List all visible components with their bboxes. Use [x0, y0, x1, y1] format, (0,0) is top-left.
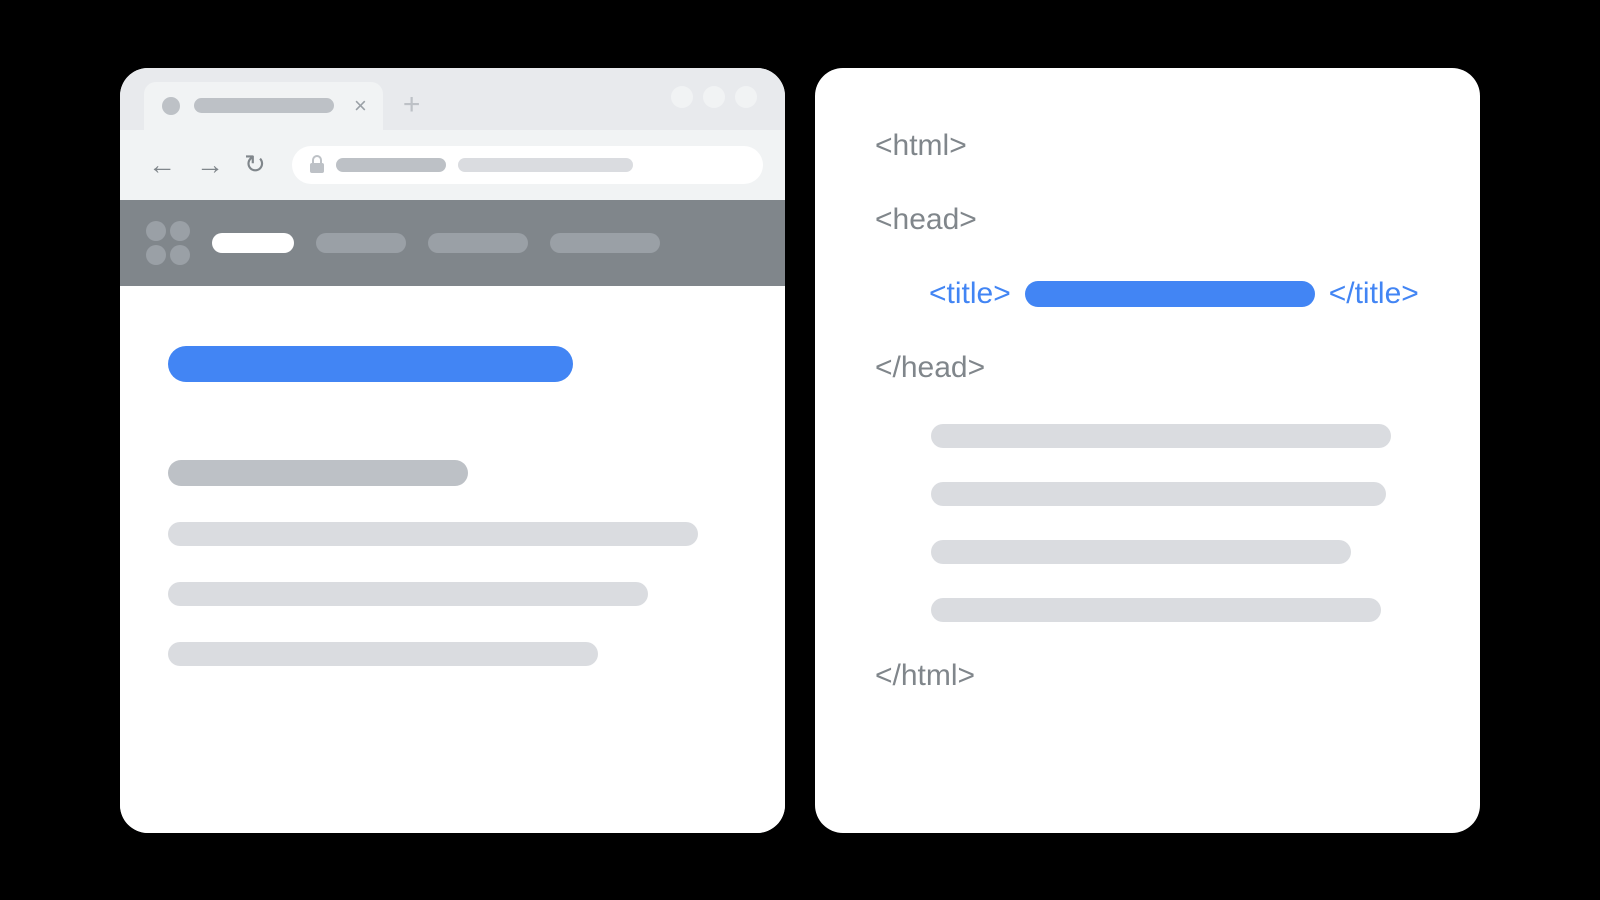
tag-head-close: </head> [875, 350, 985, 386]
page-content [120, 286, 785, 833]
tag-head-open: <head> [875, 202, 977, 238]
window-control-dot[interactable] [703, 86, 725, 108]
lock-icon [310, 157, 324, 173]
content-line [931, 482, 1386, 506]
tag-html-close: </html> [875, 658, 975, 694]
window-controls [671, 86, 757, 108]
window-control-dot[interactable] [735, 86, 757, 108]
address-bar[interactable] [292, 146, 763, 184]
close-tab-icon[interactable]: × [354, 95, 367, 117]
browser-window: × + ← → ↻ [120, 68, 785, 833]
code-panel: <html> <head> <title> </title> </head> <… [815, 68, 1480, 833]
content-line [168, 522, 698, 546]
browser-toolbar: ← → ↻ [120, 130, 785, 200]
tab-title-placeholder [194, 98, 334, 113]
url-segment [458, 158, 633, 172]
code-line: <html> [875, 128, 1420, 164]
url-segment [336, 158, 446, 172]
nav-item[interactable] [428, 233, 528, 253]
content-line [931, 540, 1351, 564]
new-tab-icon[interactable]: + [403, 90, 421, 130]
code-line: <head> [875, 202, 1420, 238]
window-control-dot[interactable] [671, 86, 693, 108]
tag-html-open: <html> [875, 128, 967, 164]
tag-title-open: <title> [929, 276, 1011, 312]
nav-item-active[interactable] [212, 233, 294, 253]
content-line [931, 424, 1391, 448]
forward-icon[interactable]: → [190, 147, 230, 183]
body-placeholder-lines [931, 424, 1420, 622]
content-line [168, 642, 598, 666]
code-line: </html> [875, 658, 1420, 694]
page-title-placeholder [168, 346, 573, 382]
tag-title-close: </title> [1329, 276, 1419, 312]
page-subtitle-placeholder [168, 460, 468, 486]
site-logo-icon [146, 221, 190, 265]
favicon-icon [162, 97, 180, 115]
nav-item[interactable] [316, 233, 406, 253]
tab-strip: × + [120, 68, 785, 130]
site-header [120, 200, 785, 286]
code-line: </head> [875, 350, 1420, 386]
reload-icon[interactable]: ↻ [238, 149, 272, 180]
content-line [168, 582, 648, 606]
code-line: <title> </title> [875, 276, 1420, 312]
title-content-placeholder [1025, 281, 1315, 307]
back-icon[interactable]: ← [142, 147, 182, 183]
nav-item[interactable] [550, 233, 660, 253]
content-line [931, 598, 1381, 622]
browser-tab[interactable]: × [144, 82, 383, 130]
